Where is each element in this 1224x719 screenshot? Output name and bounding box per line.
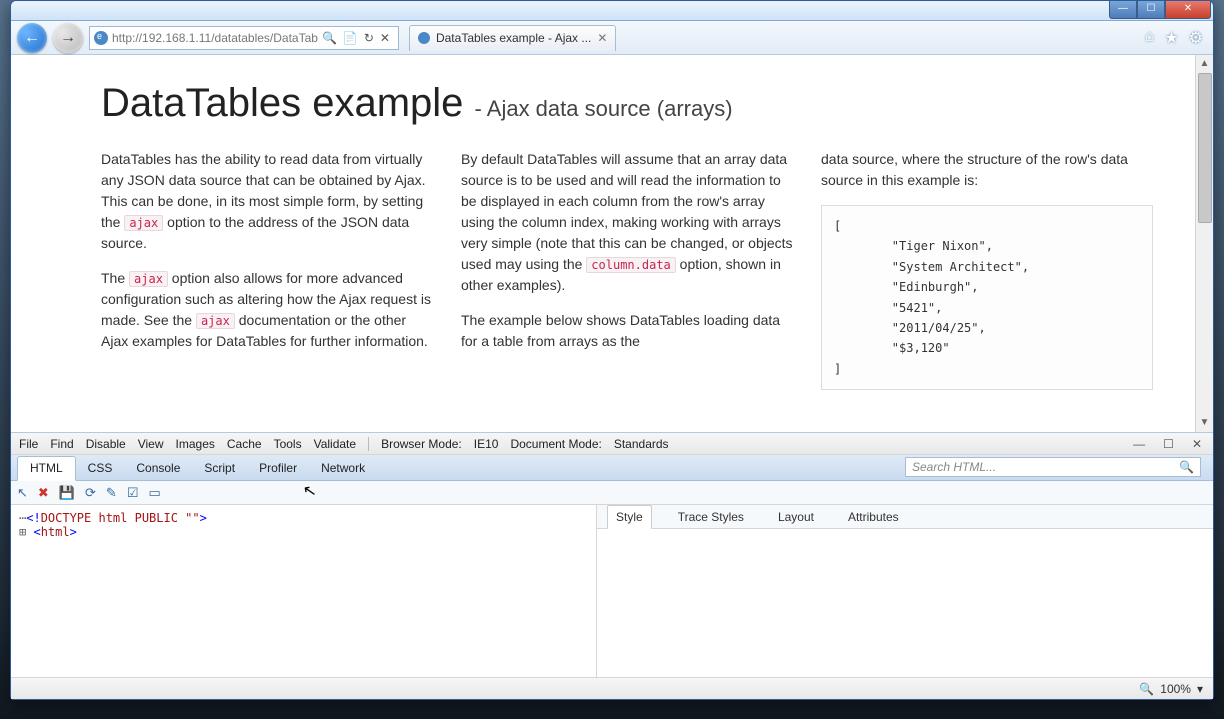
tab-profiler[interactable]: Profiler [247,457,309,480]
intro-columns: DataTables has the ability to read data … [101,149,1153,390]
back-button[interactable]: ← [17,23,47,53]
code-ajax: ajax [196,313,235,329]
scroll-thumb[interactable] [1198,73,1212,223]
scroll-up-icon[interactable]: ▲ [1196,55,1213,73]
site-favicon-icon [94,31,108,45]
tab-console[interactable]: Console [124,457,192,480]
close-button[interactable]: ✕ [1165,1,1211,19]
scroll-down-icon[interactable]: ▼ [1196,414,1213,432]
address-bar[interactable]: http://192.168.1.11/datatables/DataTab 🔍… [89,26,399,50]
browser-mode-label: Browser Mode: [381,437,462,451]
intro-paragraph: The example below shows DataTables loadi… [461,310,793,352]
intro-paragraph: DataTables has the ability to read data … [101,149,433,254]
browser-tab[interactable]: DataTables example - Ajax ... ✕ [409,25,616,51]
dom-html-tag[interactable]: html [41,525,70,539]
page-title: DataTables example - Ajax data source (a… [101,73,1153,133]
menu-find[interactable]: Find [50,437,73,451]
code-column-data: column.data [586,257,675,273]
compat-icon[interactable]: 📄 [343,31,358,45]
intro-paragraph: data source, where the structure of the … [821,149,1153,191]
code-sample: [ "Tiger Nixon", "System Architect", "Ed… [821,205,1153,390]
search-html-input[interactable]: Search HTML... 🔍 [905,457,1201,477]
browser-window: — ☐ ✕ ← → http://192.168.1.11/datatables… [10,0,1214,700]
refresh-icon[interactable]: ↻ [364,31,374,45]
edit-icon[interactable]: ✎ [106,485,117,501]
insp-tab-trace-styles[interactable]: Trace Styles [670,506,752,528]
menu-tools[interactable]: Tools [274,437,302,451]
tab-css[interactable]: CSS [76,457,125,480]
menu-images[interactable]: Images [176,437,215,451]
devtools-panel: File Find Disable View Images Cache Tool… [11,433,1213,677]
menu-cache[interactable]: Cache [227,437,262,451]
intro-paragraph: The ajax option also allows for more adv… [101,268,433,352]
document-mode-value[interactable]: Standards [614,437,669,451]
minimize-button[interactable]: — [1109,1,1137,19]
page-viewport: DataTables example - Ajax data source (a… [11,55,1213,433]
save-icon[interactable]: 💾 [59,485,75,501]
refresh-icon[interactable]: ⟳ [85,485,96,501]
insp-tab-layout[interactable]: Layout [770,506,822,528]
devtools-toolbar: ↖ ✖ 💾 ⟳ ✎ ☑ ▭ [11,481,1213,505]
zoom-dropdown-icon[interactable]: ▾ [1197,682,1203,696]
menu-view[interactable]: View [138,437,164,451]
insp-tab-style[interactable]: Style [607,505,652,529]
devtools-undock-icon[interactable]: ☐ [1160,437,1177,451]
document-mode-label: Document Mode: [510,437,601,451]
inspector-panel: Style Trace Styles Layout Attributes [597,505,1213,677]
menu-disable[interactable]: Disable [86,437,126,451]
tab-close-icon[interactable]: ✕ [597,31,607,45]
outline-icon[interactable]: ▭ [148,485,160,501]
status-bar: 🔍 100% ▾ [11,677,1213,699]
title-main: DataTables example [101,81,463,125]
stop-icon[interactable]: ✕ [380,31,390,45]
code-ajax: ajax [129,271,168,287]
vertical-scrollbar[interactable]: ▲ ▼ [1195,55,1213,432]
tab-network[interactable]: Network [309,457,377,480]
search-placeholder: Search HTML... [912,460,996,474]
intro-paragraph: By default DataTables will assume that a… [461,149,793,296]
menu-separator [368,437,369,451]
tab-favicon-icon [418,32,430,44]
forward-button[interactable]: → [53,23,83,53]
zoom-icon[interactable]: 🔍 [1139,682,1154,696]
menu-validate[interactable]: Validate [314,437,356,451]
code-ajax: ajax [124,215,163,231]
tab-html[interactable]: HTML [17,456,76,481]
settings-gear-icon[interactable]: ⚙ [1189,28,1203,48]
insp-tab-attributes[interactable]: Attributes [840,506,907,528]
zoom-level: 100% [1160,682,1191,696]
select-element-icon[interactable]: ↖ [17,485,28,501]
tab-script[interactable]: Script [192,457,247,480]
home-icon[interactable]: ⌂ [1145,28,1155,48]
attributes-icon[interactable]: ☑ [127,485,139,501]
search-icon[interactable]: 🔍 [1179,460,1194,474]
search-icon[interactable]: 🔍 [322,31,337,45]
menu-file[interactable]: File [19,437,38,451]
clear-cache-icon[interactable]: ✖ [38,485,49,501]
tab-title: DataTables example - Ajax ... [436,31,591,45]
devtools-tabs: HTML CSS Console Script Profiler Network… [11,455,1213,481]
inspector-body [597,529,1213,677]
devtools-minimize-icon[interactable]: — [1130,437,1148,451]
maximize-button[interactable]: ☐ [1137,1,1165,19]
tree-expand-icon[interactable]: ⊞ [19,525,33,539]
title-subtitle: - Ajax data source (arrays) [475,96,733,121]
devtools-menu: File Find Disable View Images Cache Tool… [11,433,1213,455]
titlebar: — ☐ ✕ [11,1,1213,21]
favorites-icon[interactable]: ★ [1164,28,1178,48]
navbar: ← → http://192.168.1.11/datatables/DataT… [11,21,1213,55]
dom-tree[interactable]: ⋯<!DOCTYPE html PUBLIC ""> ⊞ <html> [11,505,597,677]
url-text: http://192.168.1.11/datatables/DataTab [112,31,318,45]
devtools-close-icon[interactable]: ✕ [1189,437,1205,451]
dom-doctype: DOCTYPE html PUBLIC "" [41,511,200,525]
browser-mode-value[interactable]: IE10 [474,437,499,451]
